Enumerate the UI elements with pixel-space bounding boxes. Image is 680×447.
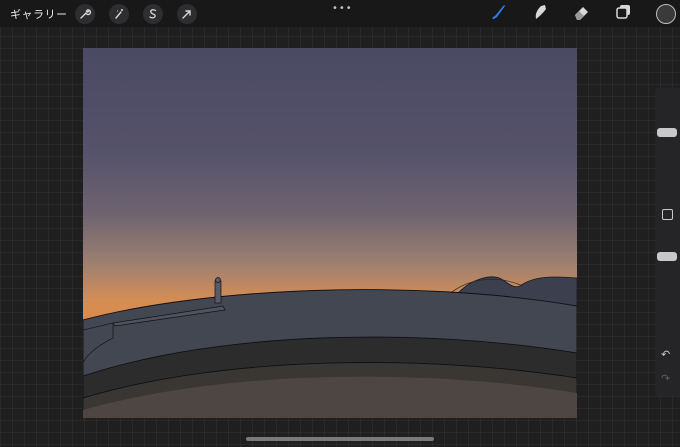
brush-size-slider[interactable] [657,128,677,137]
layers-icon [613,2,633,26]
eraser-tool-button[interactable] [572,4,592,24]
color-picker-swatch[interactable] [656,4,676,24]
tower [214,280,222,304]
top-toolbar: ギャラリー ••• [0,0,680,27]
artwork [83,48,577,418]
brush-icon [488,2,508,26]
tower-top [215,277,221,283]
opacity-slider[interactable] [657,252,677,261]
adjustments-button[interactable] [109,4,129,24]
actions-button[interactable] [75,4,95,24]
smudge-icon [530,2,550,26]
gallery-button[interactable]: ギャラリー [10,6,68,22]
undo-button[interactable]: ↶ [661,348,670,361]
redo-button[interactable]: ↷ [661,372,670,385]
wrench-icon [79,5,92,24]
transform-button[interactable] [177,4,197,24]
arrow-cursor-icon [181,5,193,24]
layers-button[interactable] [613,4,633,24]
eraser-icon [572,2,592,26]
more-options-icon[interactable]: ••• [332,3,353,14]
procreate-app: ギャラリー ••• ↶ ↷ [0,0,680,447]
right-sidebar: ↶ ↷ [655,88,680,396]
drawing-canvas[interactable] [83,48,577,418]
brush-tool-button[interactable] [488,4,508,24]
square-icon[interactable] [662,209,673,220]
magic-wand-icon [113,5,125,24]
selection-s-icon [147,5,159,24]
smudge-tool-button[interactable] [530,4,550,24]
selection-button[interactable] [143,4,163,24]
home-indicator[interactable] [246,437,434,441]
